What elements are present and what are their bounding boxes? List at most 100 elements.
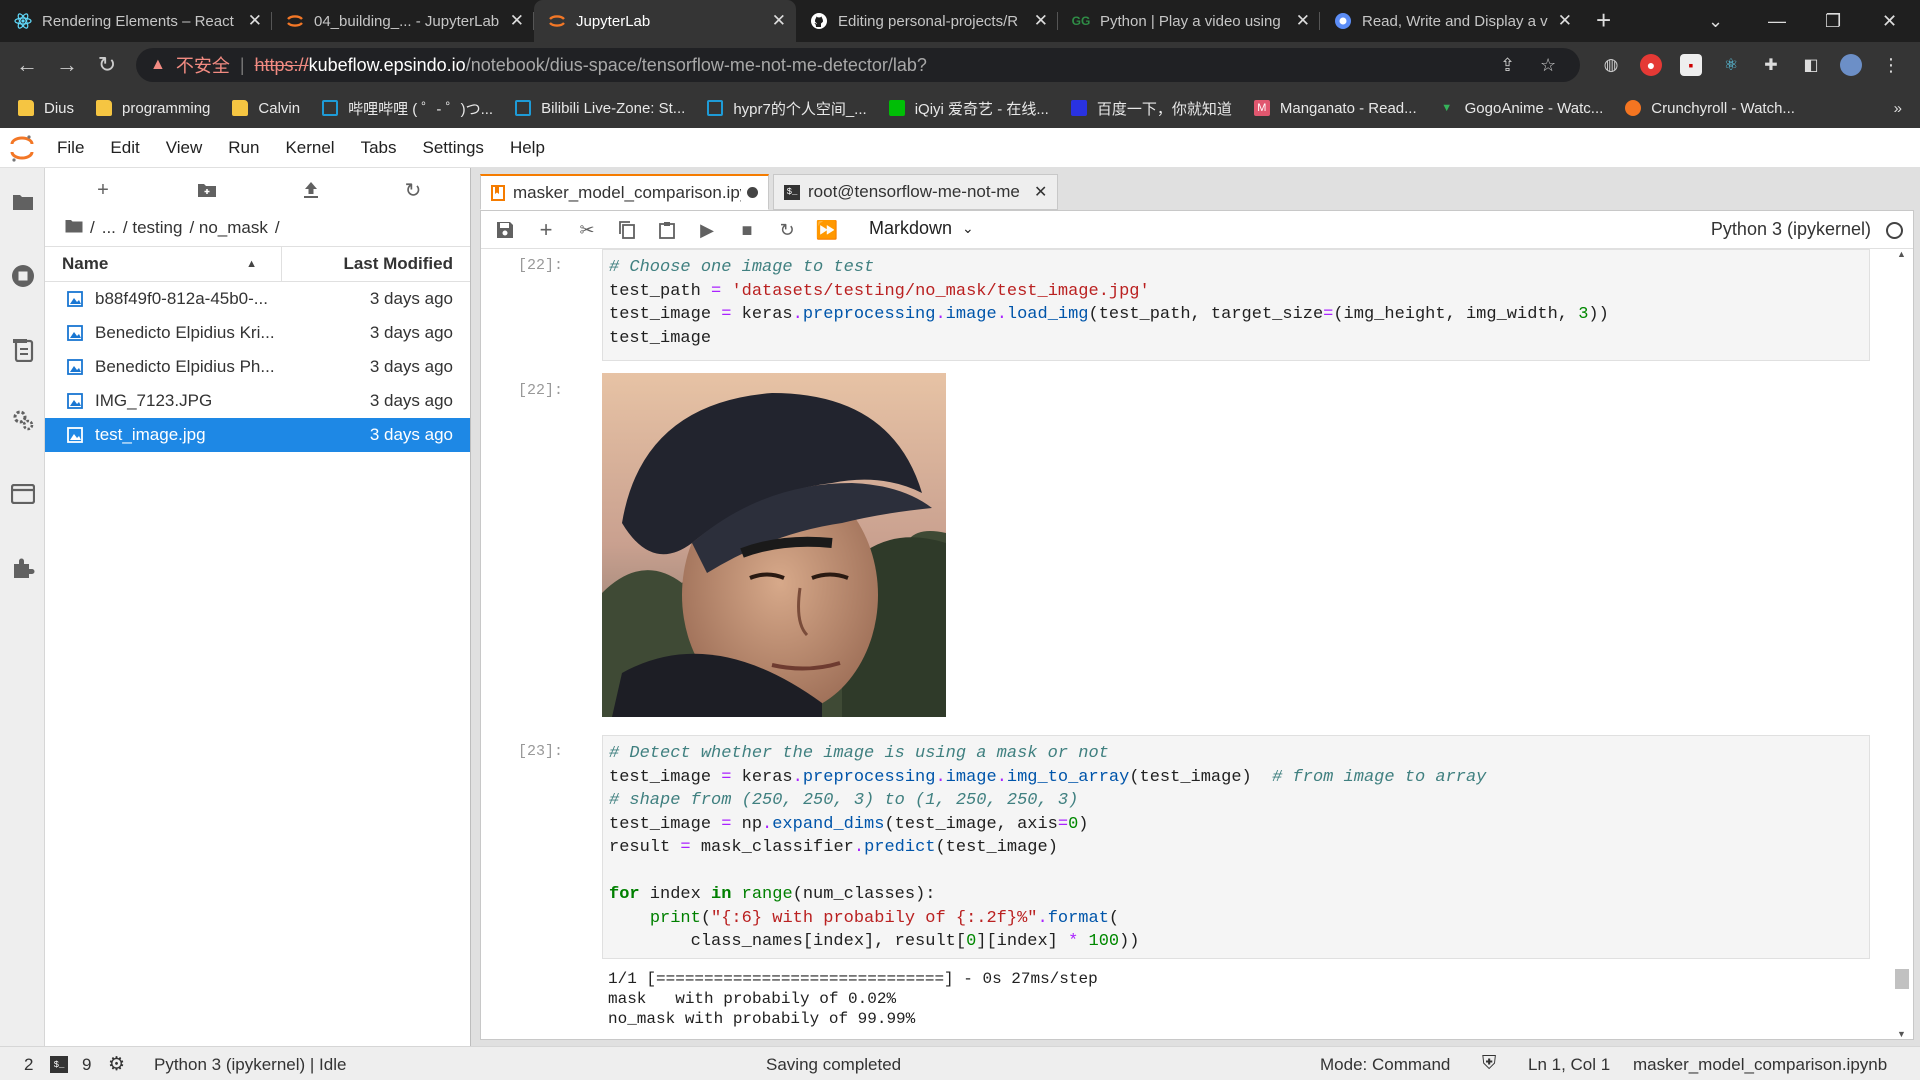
close-icon[interactable]: ✕ [248, 11, 262, 31]
run-all-icon[interactable]: ⏩ [815, 219, 839, 241]
extension-red-icon[interactable]: ● [1640, 54, 1662, 76]
avatar[interactable] [1840, 54, 1862, 76]
forward-button[interactable]: → [52, 50, 82, 80]
terminal-count[interactable]: 2 [24, 1055, 33, 1075]
browser-tab-jupyter-building[interactable]: 04_building_... - JupyterLab ✕ [272, 0, 534, 42]
bookmark-crunchyroll[interactable]: Crunchyroll - Watch... [1625, 100, 1795, 117]
menu-edit[interactable]: Edit [97, 138, 152, 158]
breadcrumb-root[interactable]: / [90, 218, 95, 238]
more-bookmarks-icon[interactable]: » [1894, 100, 1902, 117]
reload-button[interactable]: ↻ [92, 50, 122, 80]
scroll-down-icon[interactable]: ▼ [1897, 1029, 1906, 1039]
menu-run[interactable]: Run [215, 138, 272, 158]
new-folder-button[interactable] [193, 178, 221, 202]
paste-icon[interactable] [655, 219, 679, 241]
browser-tab-opencv[interactable]: Read, Write and Display a v ✕ [1320, 0, 1582, 42]
extension-manager-icon[interactable] [0, 548, 45, 588]
address-bar[interactable]: ▲ 不安全 | https:// kubeflow.epsindo.io /no… [136, 48, 1580, 82]
browser-tab-github[interactable]: Editing personal-projects/R ✕ [796, 0, 1058, 42]
bookmark-calvin[interactable]: Calvin [232, 100, 300, 117]
restart-icon[interactable]: ↻ [775, 219, 799, 241]
save-icon[interactable] [493, 219, 517, 241]
bookmark-star-icon[interactable]: ☆ [1540, 48, 1556, 82]
file-row-selected[interactable]: test_image.jpg 3 days ago [45, 418, 470, 452]
unsaved-dot-icon[interactable] [747, 187, 758, 198]
sidepanel-icon[interactable]: ◧ [1800, 54, 1822, 76]
tabs-icon[interactable] [0, 474, 45, 514]
menu-file[interactable]: File [44, 138, 97, 158]
close-icon[interactable]: ✕ [772, 11, 786, 31]
breadcrumb-testing[interactable]: / testing [123, 218, 183, 238]
kernel-gear-icon[interactable]: ⚙ [108, 1053, 125, 1076]
bookmark-gogoanime[interactable]: ▼ GogoAnime - Watc... [1439, 100, 1603, 117]
property-inspector-icon[interactable] [0, 400, 45, 440]
code-cell[interactable]: # Detect whether the image is using a ma… [602, 735, 1870, 959]
bookmark-iqiyi[interactable]: iQiyi 爱奇艺 - 在线... [888, 98, 1049, 119]
cut-icon[interactable]: ✂ [575, 219, 599, 241]
notebook-scrollbar[interactable]: ▲ ▼ [1891, 249, 1913, 1039]
home-folder-icon[interactable] [65, 218, 83, 238]
restore-button[interactable]: ❐ [1825, 0, 1841, 42]
close-icon[interactable]: ✕ [1034, 11, 1048, 31]
extensions-puzzle-icon[interactable]: ✚ [1760, 54, 1782, 76]
browser-tab-jupyterlab-active[interactable]: JupyterLab ✕ [534, 0, 796, 42]
file-row[interactable]: Benedicto Elpidius Kri... 3 days ago [45, 316, 470, 350]
file-row[interactable]: IMG_7123.JPG 3 days ago [45, 384, 470, 418]
editor-mode[interactable]: Mode: Command [1320, 1055, 1450, 1075]
tab-search-button[interactable]: ⌄ [1708, 0, 1723, 42]
react-devtools-icon[interactable]: ⚛ [1720, 54, 1742, 76]
copy-icon[interactable] [615, 219, 639, 241]
column-header-name[interactable]: Name ▲ [45, 247, 282, 281]
file-row[interactable]: b88f49f0-812a-45b0-... 3 days ago [45, 282, 470, 316]
close-icon[interactable]: ✕ [510, 11, 524, 31]
browser-tab-react[interactable]: Rendering Elements – React ✕ [0, 0, 272, 42]
new-launcher-button[interactable]: + [89, 178, 117, 202]
scrollbar-thumb[interactable] [1895, 969, 1909, 989]
upload-button[interactable] [297, 178, 325, 202]
window-close-button[interactable]: ✕ [1882, 0, 1897, 42]
bookmark-baidu[interactable]: 百度一下，你就知道 [1070, 98, 1232, 119]
insert-cell-icon[interactable]: + [534, 217, 558, 242]
back-button[interactable]: ← [12, 50, 42, 80]
bookmark-programming[interactable]: programming [96, 100, 210, 117]
run-icon[interactable]: ▶ [695, 219, 719, 241]
file-row[interactable]: Benedicto Elpidius Ph... 3 days ago [45, 350, 470, 384]
cursor-position[interactable]: Ln 1, Col 1 [1528, 1055, 1610, 1075]
extension-badge-icon[interactable]: ▪ [1680, 54, 1702, 76]
tab-terminal[interactable]: $_ root@tensorflow-me-not-me ✕ [773, 174, 1059, 210]
tab-notebook[interactable]: masker_model_comparison.ipynb [480, 174, 769, 210]
share-icon[interactable]: ⇪ [1500, 48, 1515, 82]
stop-icon[interactable]: ■ [735, 219, 759, 241]
column-header-modified[interactable]: Last Modified [282, 247, 470, 281]
menu-settings[interactable]: Settings [410, 138, 497, 158]
breadcrumb-no-mask[interactable]: / no_mask [189, 218, 267, 238]
terminal-icon[interactable]: $_ [50, 1056, 68, 1073]
commands-icon[interactable] [0, 330, 45, 370]
new-tab-button[interactable]: + [1596, 0, 1611, 42]
menu-view[interactable]: View [153, 138, 216, 158]
bookmark-hypr7[interactable]: hypr7的个人空间_... [707, 98, 867, 119]
browser-menu-icon[interactable]: ⋮ [1880, 54, 1902, 76]
menu-help[interactable]: Help [497, 138, 558, 158]
breadcrumb-ellipsis[interactable]: ... [102, 218, 116, 238]
bookmark-bilibili-live[interactable]: Bilibili Live-Zone: St... [515, 100, 685, 117]
close-icon[interactable]: ✕ [1034, 182, 1047, 202]
scroll-up-icon[interactable]: ▲ [1897, 249, 1906, 259]
bookmark-manganato[interactable]: M Manganato - Read... [1253, 100, 1417, 117]
code-cell[interactable]: # Choose one image to test test_path = '… [602, 249, 1870, 361]
globe-extension-icon[interactable]: ◍ [1600, 54, 1622, 76]
cell-type-dropdown[interactable]: Markdown ⌄ [869, 218, 974, 239]
kernel-name[interactable]: Python 3 (ipykernel) [1711, 219, 1871, 240]
bookmark-dius[interactable]: Dius [18, 100, 74, 117]
menu-kernel[interactable]: Kernel [272, 138, 347, 158]
folder-icon[interactable] [0, 182, 45, 222]
minimize-button[interactable]: — [1768, 0, 1786, 42]
browser-tab-geeksforgeeks[interactable]: GG Python | Play a video using ✕ [1058, 0, 1320, 42]
trust-shield-icon[interactable]: ⛨ [1482, 1053, 1496, 1075]
running-kernels-icon[interactable] [0, 256, 45, 296]
kernel-status[interactable]: Python 3 (ipykernel) | Idle [154, 1055, 346, 1075]
close-icon[interactable]: ✕ [1296, 11, 1310, 31]
menu-tabs[interactable]: Tabs [348, 138, 410, 158]
kernel-count[interactable]: 9 [82, 1055, 91, 1075]
close-icon[interactable]: ✕ [1558, 11, 1572, 31]
